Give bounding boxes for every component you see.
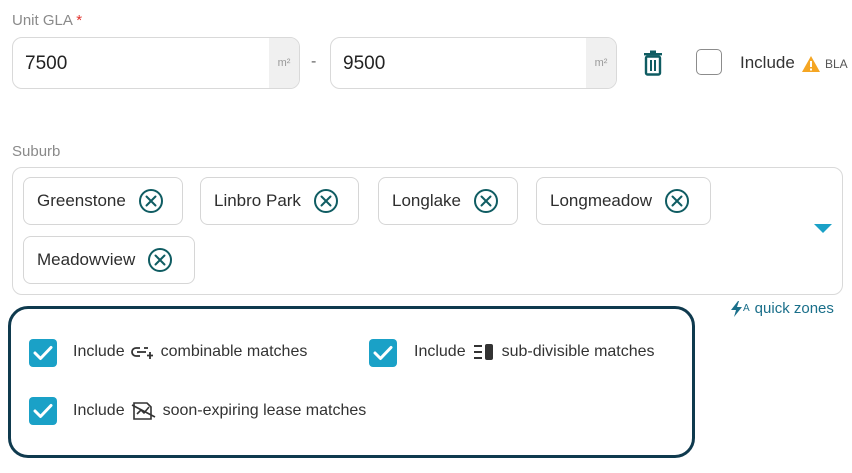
warning-icon: [801, 55, 821, 73]
suburb-chip-label: Longmeadow: [550, 191, 653, 210]
subdivisible-checkbox[interactable]: [369, 339, 397, 367]
quick-zones-label: quick zones: [754, 300, 834, 317]
quick-zones-link[interactable]: A quick zones: [731, 300, 834, 317]
trash-icon[interactable]: [642, 50, 664, 76]
range-separator: -: [311, 53, 317, 70]
remove-chip-icon[interactable]: [473, 188, 499, 214]
remove-chip-icon[interactable]: [147, 247, 173, 273]
quick-zones-superscript: A: [743, 303, 750, 314]
suburb-chip: Linbro Park: [200, 177, 359, 225]
gla-min-unit: m²: [269, 38, 299, 88]
gla-max-input[interactable]: 9500 m²: [330, 37, 617, 89]
include-bla-label: Include: [740, 53, 795, 72]
split-icon: [472, 343, 496, 361]
dropdown-arrow-icon[interactable]: [814, 224, 832, 234]
suburb-chip: Longmeadow: [536, 177, 711, 225]
expiring-option: Include soon-expiring lease matches: [73, 401, 366, 421]
required-mark: *: [76, 12, 83, 29]
unit-gla-label: Unit GLA *: [12, 12, 82, 29]
remove-chip-icon[interactable]: [313, 188, 339, 214]
suburb-chip-label: Linbro Park: [214, 191, 301, 210]
suburb-select[interactable]: Greenstone Linbro Park Longlake Longmead…: [12, 167, 843, 295]
remove-chip-icon[interactable]: [664, 188, 690, 214]
unit-gla-label-text: Unit GLA: [12, 12, 73, 29]
gla-min-input[interactable]: 7500 m²: [12, 37, 300, 89]
match-options-panel: [8, 306, 695, 458]
suburb-chip: Meadowview: [23, 236, 195, 284]
combinable-prefix: Include: [73, 343, 125, 360]
combinable-text: combinable matches: [160, 343, 308, 360]
suburb-chip-label: Greenstone: [37, 191, 126, 210]
expiring-prefix: Include: [73, 402, 125, 419]
check-icon: [373, 346, 393, 360]
expiring-text: soon-expiring lease matches: [162, 402, 367, 419]
combinable-checkbox[interactable]: [29, 339, 57, 367]
remove-chip-icon[interactable]: [138, 188, 164, 214]
subdivisible-option: Include sub-divisible matches: [414, 343, 655, 361]
suburb-label: Suburb: [12, 143, 61, 160]
bolt-icon: [731, 300, 742, 317]
suburb-chip: Greenstone: [23, 177, 183, 225]
suburb-chip-label: Meadowview: [37, 250, 136, 269]
subdivisible-text: sub-divisible matches: [501, 343, 655, 360]
check-icon: [33, 346, 53, 360]
expiring-checkbox[interactable]: [29, 397, 57, 425]
bla-badge: BLA: [825, 57, 848, 71]
suburb-chip-label: Longlake: [392, 191, 462, 210]
document-sign-icon: [131, 401, 157, 421]
include-bla-checkbox[interactable]: [696, 49, 722, 75]
gla-max-value: 9500: [343, 53, 386, 74]
gla-max-unit: m²: [586, 38, 616, 88]
check-icon: [33, 404, 53, 418]
subdivisible-prefix: Include: [414, 343, 466, 360]
combinable-option: Include combinable matches: [73, 343, 307, 361]
link-plus-icon: [130, 344, 155, 360]
gla-min-value: 7500: [25, 53, 68, 74]
suburb-chip: Longlake: [378, 177, 518, 225]
